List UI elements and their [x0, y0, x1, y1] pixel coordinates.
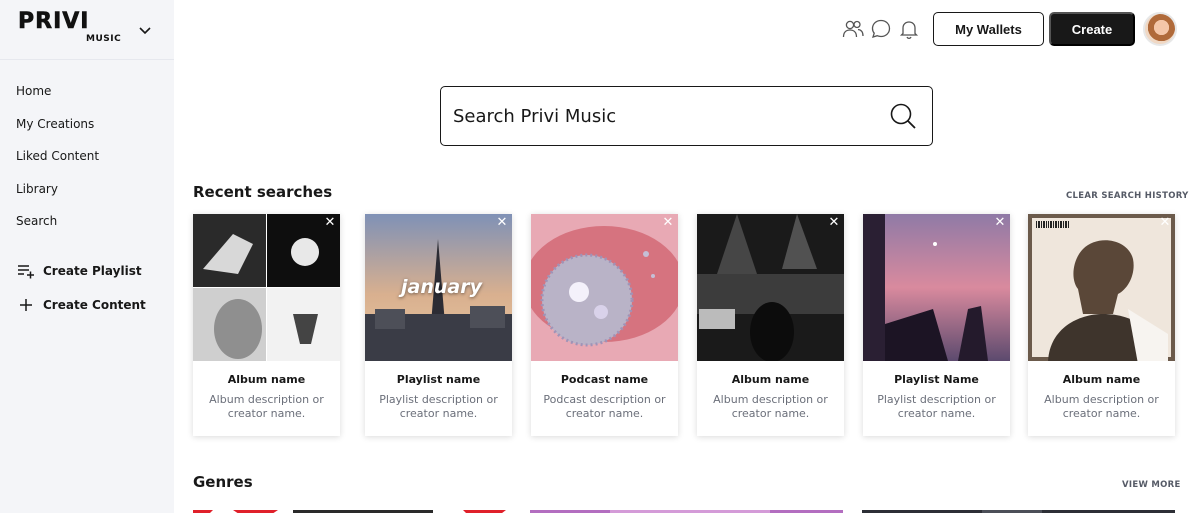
avatar[interactable]: [1143, 12, 1177, 46]
card-name: Podcast name: [560, 373, 649, 386]
close-icon[interactable]: ✕: [828, 216, 840, 229]
card-name: Album name: [1062, 373, 1141, 386]
podcast-cover: [531, 214, 678, 361]
recent-card-playlist[interactable]: ✕ Playlist Name Playlist description or …: [863, 214, 1010, 436]
close-icon[interactable]: ✕: [324, 216, 336, 229]
cover-overlay-text: january: [401, 276, 482, 298]
search-box[interactable]: [440, 86, 933, 146]
card-name: Playlist Name: [894, 373, 979, 386]
chat-bubble-icon[interactable]: [869, 17, 893, 41]
recent-card-album[interactable]: ✕ Album name Album description or creato…: [1028, 214, 1175, 436]
card-description: Podcast description or creator name.: [543, 393, 666, 420]
sidebar-nav: Home My Creations Liked Content Library …: [16, 80, 99, 243]
sidebar-item-home[interactable]: Home: [16, 80, 99, 113]
card-description: Album description or creator name.: [1044, 393, 1159, 420]
close-icon[interactable]: ✕: [496, 216, 508, 229]
view-more-link[interactable]: VIEW MORE: [1122, 480, 1181, 490]
create-button[interactable]: Create: [1049, 12, 1135, 46]
create-playlist-label: Create Playlist: [43, 264, 142, 278]
create-content-label: Create Content: [43, 298, 146, 312]
recent-card-podcast[interactable]: ✕ Podcast name Podcast description or cr…: [531, 214, 678, 436]
card-description: Playlist description or creator name.: [379, 393, 498, 420]
sidebar: PRIVI MUSIC Home My Creations Liked Cont…: [0, 0, 174, 513]
playlist-cover: [863, 214, 1010, 361]
sidebar-item-library[interactable]: Library: [16, 178, 99, 211]
logo-row: PRIVI MUSIC: [0, 0, 174, 60]
people-icon[interactable]: [841, 17, 865, 41]
recent-card-album[interactable]: ✕ Album name Album description or creato…: [193, 214, 340, 436]
bell-icon[interactable]: [897, 17, 921, 41]
close-icon[interactable]: ✕: [662, 216, 674, 229]
my-wallets-button[interactable]: My Wallets: [933, 12, 1044, 46]
create-content-button[interactable]: Create Content: [16, 295, 146, 315]
sidebar-item-my-creations[interactable]: My Creations: [16, 113, 99, 146]
logo-wordmark: PRIVI: [18, 9, 90, 34]
album-cover: [697, 214, 844, 361]
logo-subtitle: MUSIC: [86, 34, 122, 44]
card-description: Album description or creator name.: [713, 393, 828, 420]
search-input[interactable]: [453, 101, 873, 131]
chevron-down-icon[interactable]: [137, 22, 153, 38]
close-icon[interactable]: ✕: [994, 216, 1006, 229]
search-icon[interactable]: [889, 102, 917, 130]
album-cover: [193, 214, 340, 361]
genre-tile[interactable]: [530, 505, 843, 513]
sidebar-item-liked-content[interactable]: Liked Content: [16, 145, 99, 178]
clear-search-history-link[interactable]: CLEAR SEARCH HISTORY: [1066, 191, 1189, 201]
card-description: Playlist description or creator name.: [877, 393, 996, 420]
genre-tile[interactable]: [862, 505, 1175, 513]
plus-icon: [16, 296, 36, 314]
card-description: Album description or creator name.: [209, 393, 324, 420]
recent-card-playlist[interactable]: january ✕ Playlist name Playlist descrip…: [365, 214, 512, 436]
close-icon[interactable]: ✕: [1159, 216, 1171, 229]
card-name: Album name: [227, 373, 306, 386]
recent-card-album[interactable]: ✕ Album name Album description or creato…: [697, 214, 844, 436]
playlist-add-icon: [16, 262, 36, 280]
genre-tile[interactable]: [193, 505, 506, 513]
genres-title: Genres: [193, 473, 253, 491]
create-playlist-button[interactable]: Create Playlist: [16, 261, 142, 281]
playlist-cover: january: [365, 214, 512, 361]
recent-searches-title: Recent searches: [193, 183, 333, 201]
album-cover: [1028, 214, 1175, 361]
privi-music-logo[interactable]: PRIVI MUSIC: [18, 9, 130, 45]
card-name: Playlist name: [396, 373, 481, 386]
sidebar-item-search[interactable]: Search: [16, 210, 99, 243]
card-name: Album name: [731, 373, 810, 386]
